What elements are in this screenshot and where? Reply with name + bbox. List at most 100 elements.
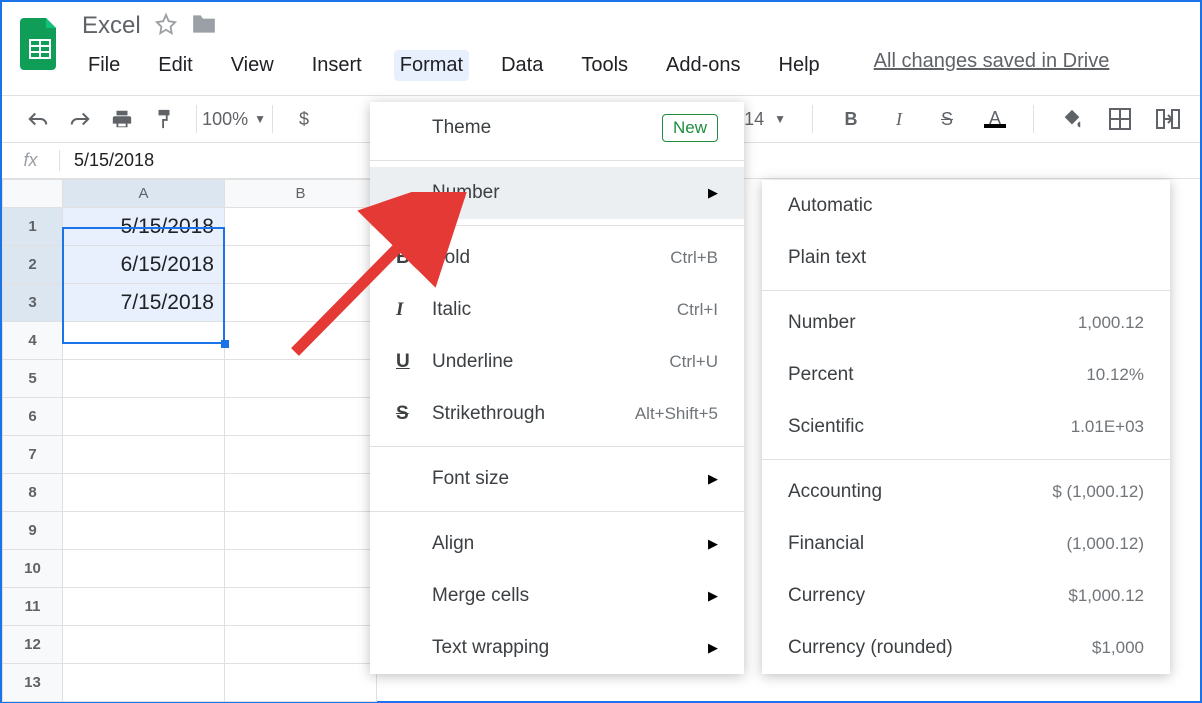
number-format-option[interactable]: Financial (1,000.12) [762, 518, 1170, 570]
number-format-option[interactable]: Plain text [762, 232, 1170, 284]
menu-tools[interactable]: Tools [575, 50, 634, 81]
row-header[interactable]: 12 [3, 626, 63, 664]
cell[interactable] [225, 398, 377, 436]
sheets-app-icon[interactable] [20, 18, 60, 70]
zoom-select[interactable]: 100% ▼ [217, 103, 252, 135]
number-format-option[interactable]: Scientific 1.01E+03 [762, 401, 1170, 453]
cell[interactable] [225, 322, 377, 360]
cell[interactable] [225, 512, 377, 550]
format-strike-item[interactable]: S Strikethrough Alt+Shift+5 [370, 388, 744, 440]
spreadsheet-grid[interactable]: AB 15/15/201826/15/201837/15/201845678910… [2, 179, 377, 702]
cell[interactable] [225, 474, 377, 512]
format-currency-button[interactable]: $ [292, 103, 316, 135]
format-align-item[interactable]: Align ▶ [370, 518, 744, 570]
option-example: $1,000 [1092, 638, 1144, 658]
menu-data[interactable]: Data [495, 50, 549, 81]
cell[interactable]: 6/15/2018 [63, 246, 225, 284]
column-header[interactable]: B [225, 180, 377, 208]
cell[interactable] [225, 360, 377, 398]
option-example: $ (1,000.12) [1052, 482, 1144, 502]
menu-divider [762, 459, 1170, 460]
redo-button[interactable] [68, 103, 92, 135]
format-underline-item[interactable]: U Underline Ctrl+U [370, 336, 744, 388]
format-number-item[interactable]: Number ▶ [370, 167, 744, 219]
menu-view[interactable]: View [225, 50, 280, 81]
cell[interactable] [225, 208, 377, 246]
menu-label: Number [432, 182, 708, 204]
menu-addons[interactable]: Add-ons [660, 50, 747, 81]
menu-insert[interactable]: Insert [306, 50, 368, 81]
cell[interactable] [225, 284, 377, 322]
merge-cells-button[interactable] [1156, 103, 1180, 135]
chevron-right-icon: ▶ [708, 471, 718, 487]
row-header[interactable]: 9 [3, 512, 63, 550]
row-header[interactable]: 1 [3, 208, 63, 246]
row-header[interactable]: 5 [3, 360, 63, 398]
number-format-option[interactable]: Currency (rounded) $1,000 [762, 622, 1170, 674]
cell[interactable] [63, 474, 225, 512]
print-button[interactable] [110, 103, 134, 135]
cell[interactable] [225, 246, 377, 284]
cell[interactable] [63, 360, 225, 398]
cell[interactable] [63, 512, 225, 550]
text-color-button[interactable]: A [983, 103, 1007, 135]
cell[interactable] [225, 626, 377, 664]
cell[interactable] [63, 436, 225, 474]
menu-edit[interactable]: Edit [152, 50, 198, 81]
row-header[interactable]: 2 [3, 246, 63, 284]
document-title[interactable]: Excel [82, 12, 141, 40]
fill-color-button[interactable] [1060, 103, 1084, 135]
row-header[interactable]: 7 [3, 436, 63, 474]
option-example: (1,000.12) [1067, 534, 1145, 554]
bold-button[interactable]: B [839, 103, 863, 135]
number-format-option[interactable]: Currency $1,000.12 [762, 570, 1170, 622]
row-header[interactable]: 11 [3, 588, 63, 626]
selection-fill-handle[interactable] [221, 340, 229, 348]
number-format-option[interactable]: Number 1,000.12 [762, 297, 1170, 349]
borders-button[interactable] [1108, 103, 1132, 135]
paint-format-button[interactable] [152, 103, 176, 135]
cell[interactable] [63, 588, 225, 626]
row-header[interactable]: 13 [3, 664, 63, 702]
format-merge-item[interactable]: Merge cells ▶ [370, 570, 744, 622]
column-header[interactable]: A [63, 180, 225, 208]
row-header[interactable]: 10 [3, 550, 63, 588]
cell[interactable] [225, 436, 377, 474]
chevron-right-icon: ▶ [708, 588, 718, 604]
row-header[interactable]: 6 [3, 398, 63, 436]
cell[interactable] [63, 626, 225, 664]
font-size-select[interactable]: 14 ▼ [744, 103, 786, 135]
format-theme-item[interactable]: Theme New [370, 102, 744, 154]
menu-format[interactable]: Format [394, 50, 469, 81]
cell[interactable] [63, 322, 225, 360]
format-italic-item[interactable]: I Italic Ctrl+I [370, 284, 744, 336]
zoom-value: 100% [202, 109, 248, 130]
chevron-right-icon: ▶ [708, 185, 718, 201]
format-bold-item[interactable]: B Bold Ctrl+B [370, 232, 744, 284]
number-format-option[interactable]: Accounting $ (1,000.12) [762, 466, 1170, 518]
cell[interactable] [63, 664, 225, 702]
format-fontsize-item[interactable]: Font size ▶ [370, 453, 744, 505]
row-header[interactable]: 3 [3, 284, 63, 322]
chevron-right-icon: ▶ [708, 640, 718, 656]
italic-button[interactable]: I [887, 103, 911, 135]
cell[interactable] [63, 550, 225, 588]
folder-icon[interactable] [191, 13, 217, 40]
cell[interactable] [225, 664, 377, 702]
number-format-option[interactable]: Percent 10.12% [762, 349, 1170, 401]
cell[interactable] [63, 398, 225, 436]
cell[interactable] [225, 550, 377, 588]
cell[interactable]: 7/15/2018 [63, 284, 225, 322]
format-wrap-item[interactable]: Text wrapping ▶ [370, 622, 744, 674]
number-format-option[interactable]: Automatic [762, 180, 1170, 232]
star-icon[interactable] [155, 13, 177, 40]
save-status[interactable]: All changes saved in Drive [874, 50, 1110, 81]
strikethrough-button[interactable]: S [935, 103, 959, 135]
menu-file[interactable]: File [82, 50, 126, 81]
cell[interactable] [225, 588, 377, 626]
undo-button[interactable] [26, 103, 50, 135]
row-header[interactable]: 4 [3, 322, 63, 360]
menu-help[interactable]: Help [773, 50, 826, 81]
row-header[interactable]: 8 [3, 474, 63, 512]
cell[interactable]: 5/15/2018 [63, 208, 225, 246]
